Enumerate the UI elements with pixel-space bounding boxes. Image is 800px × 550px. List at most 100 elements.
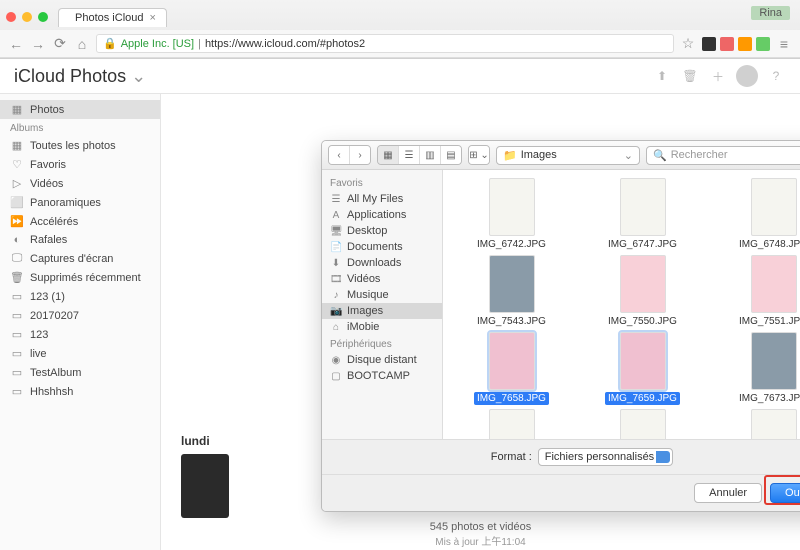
- file-item[interactable]: IMG_7681.JPG: [580, 409, 705, 439]
- extension-icons[interactable]: [702, 37, 770, 51]
- sidebar-icon: ▭: [10, 328, 24, 341]
- dialog-sidebar-item[interactable]: ♪Musique: [322, 287, 442, 303]
- sidebar-item[interactable]: ▭20170207: [0, 306, 160, 325]
- folder-icon: ☰: [330, 194, 342, 205]
- forward-icon[interactable]: →: [30, 36, 46, 52]
- file-name: IMG_7658.JPG: [474, 392, 549, 405]
- trash-icon[interactable]: 🗑: [680, 66, 700, 86]
- sidebar-item[interactable]: ▭ Hhshhsh: [0, 382, 160, 401]
- file-thumbnail: [489, 409, 535, 439]
- folder-icon: 📄: [330, 242, 342, 253]
- dialog-sidebar-item[interactable]: 🖥Desktop: [322, 223, 442, 239]
- sidebar-label: Captures d'écran: [30, 253, 113, 265]
- sidebar-item[interactable]: ▷Vidéos: [0, 174, 160, 193]
- file-item[interactable]: IMG_6747.JPG: [580, 178, 705, 251]
- file-name: IMG_7673.JPG: [736, 392, 800, 405]
- close-tab-icon[interactable]: ×: [150, 12, 156, 24]
- folder-icon: 🎞: [330, 274, 342, 285]
- file-grid[interactable]: IMG_6742.JPG IMG_6747.JPG IMG_6748.JPG IMG_…: [443, 170, 800, 439]
- sidebar-icon: ▭: [10, 385, 24, 398]
- add-album-icon[interactable]: ＋: [708, 66, 728, 86]
- home-icon[interactable]: ⌂: [74, 36, 90, 52]
- folder-icon: A: [330, 210, 342, 221]
- sidebar-heading-devices: Périphériques: [322, 335, 442, 352]
- page-title: iCloud Photos ⌄: [14, 66, 146, 87]
- dialog-sidebar-item[interactable]: AApplications: [322, 207, 442, 223]
- format-dropdown[interactable]: Fichiers personnalisés: [538, 448, 673, 466]
- back-icon[interactable]: ←: [8, 36, 24, 52]
- file-item[interactable]: IMG_7680.JPG: [449, 409, 574, 439]
- chevron-down-icon: ⌄: [624, 149, 633, 162]
- sidebar-item[interactable]: ▭TestAlbum: [0, 363, 160, 382]
- close-window-icon[interactable]: [6, 12, 16, 22]
- sidebar-item[interactable]: 🖵Captures d'écran: [0, 249, 160, 268]
- file-item[interactable]: IMG_7659.JPG: [580, 332, 705, 405]
- dialog-sidebar-item[interactable]: ☰All My Files: [322, 191, 442, 207]
- search-input[interactable]: 🔍 Rechercher: [646, 146, 800, 165]
- file-item[interactable]: IMG_7682.JPG: [711, 409, 800, 439]
- file-item[interactable]: IMG_7550.JPG: [580, 255, 705, 328]
- dialog-sidebar-item[interactable]: 📄Documents: [322, 239, 442, 255]
- help-icon[interactable]: ?: [766, 66, 786, 86]
- sidebar-label: Rafales: [30, 234, 67, 246]
- dialog-sidebar-device[interactable]: ◉Disque distant: [322, 352, 442, 368]
- file-item[interactable]: IMG_7658.JPG: [449, 332, 574, 405]
- dialog-sidebar-device[interactable]: ▢BOOTCAMP: [322, 368, 442, 384]
- upload-icon[interactable]: ⬆: [652, 66, 672, 86]
- profile-badge[interactable]: Rina: [751, 6, 790, 20]
- ext-icon-1: [702, 37, 716, 51]
- sidebar-item[interactable]: ▭123: [0, 325, 160, 344]
- sidebar-item[interactable]: ▭live: [0, 344, 160, 363]
- star-icon[interactable]: ☆: [680, 36, 696, 52]
- folder-icon: ⌂: [330, 322, 342, 333]
- sidebar-item[interactable]: ⬜Panoramiques: [0, 193, 160, 212]
- main: ▦ Photos Albums ▦Toutes les photos♡Favor…: [0, 94, 800, 550]
- file-item[interactable]: IMG_7551.JPG: [711, 255, 800, 328]
- browser-tab[interactable]: Photos iCloud ×: [58, 8, 167, 27]
- window-controls[interactable]: [6, 12, 48, 22]
- reload-icon[interactable]: ⟳: [52, 36, 68, 52]
- sidebar-icon: 🗑: [10, 271, 24, 284]
- file-open-dialog: ‹› ▦☰▥▤ ⊞ ⌄ 📁 Images ⌄ 🔍 Rechercher Favo…: [321, 140, 800, 512]
- group-segment[interactable]: ⊞ ⌄: [468, 145, 490, 165]
- file-item[interactable]: IMG_7543.JPG: [449, 255, 574, 328]
- photo-thumbnail[interactable]: [181, 454, 229, 518]
- folder-icon: ⬇: [330, 258, 342, 269]
- file-item[interactable]: IMG_6748.JPG: [711, 178, 800, 251]
- sidebar-item[interactable]: ◐Rafales: [0, 231, 160, 249]
- sidebar-item[interactable]: 🗑Supprimés récemment: [0, 268, 160, 287]
- path-dropdown[interactable]: 📁 Images ⌄: [496, 146, 640, 165]
- cancel-button[interactable]: Annuler: [694, 483, 762, 503]
- folder-icon: 📷: [330, 306, 342, 317]
- forward-icon: ›: [350, 146, 370, 164]
- dialog-sidebar-item[interactable]: 📷Images: [322, 303, 442, 319]
- open-button[interactable]: Ouvrir: [770, 483, 800, 503]
- view-mode-segment[interactable]: ▦☰▥▤: [377, 145, 462, 165]
- sidebar-label: Toutes les photos: [30, 140, 116, 152]
- dialog-buttons: Annuler Ouvrir: [322, 474, 800, 511]
- dialog-sidebar-item[interactable]: ⌂iMobie: [322, 319, 442, 335]
- minimize-window-icon[interactable]: [22, 12, 32, 22]
- sidebar-item-photos[interactable]: ▦ Photos: [0, 100, 160, 119]
- sidebar-item[interactable]: ♡Favoris: [0, 155, 160, 174]
- url-path: https://www.icloud.com/#photos2: [205, 38, 365, 50]
- nav-back-forward[interactable]: ‹›: [328, 145, 371, 165]
- dialog-sidebar-item[interactable]: 🎞Vidéos: [322, 271, 442, 287]
- sidebar-item[interactable]: ▭123 (1): [0, 287, 160, 306]
- menu-icon[interactable]: ≡: [776, 36, 792, 52]
- file-name: IMG_6748.JPG: [736, 238, 800, 251]
- sidebar-item[interactable]: ▦Toutes les photos: [0, 136, 160, 155]
- sidebar-label: Accélérés: [30, 216, 78, 228]
- sidebar-label: live: [30, 348, 47, 360]
- device-icon: ▢: [330, 371, 342, 382]
- sidebar-heading-favorites: Favoris: [322, 174, 442, 191]
- file-item[interactable]: IMG_7673.JPG: [711, 332, 800, 405]
- file-item[interactable]: IMG_6742.JPG: [449, 178, 574, 251]
- maximize-window-icon[interactable]: [38, 12, 48, 22]
- address-bar[interactable]: 🔒 Apple Inc. [US] | https://www.icloud.c…: [96, 34, 674, 53]
- avatar[interactable]: [736, 65, 758, 87]
- file-name: IMG_6742.JPG: [474, 238, 549, 251]
- sidebar-label: Hhshhsh: [30, 386, 73, 398]
- sidebar-item[interactable]: ⏩Accélérés: [0, 212, 160, 231]
- dialog-sidebar-item[interactable]: ⬇Downloads: [322, 255, 442, 271]
